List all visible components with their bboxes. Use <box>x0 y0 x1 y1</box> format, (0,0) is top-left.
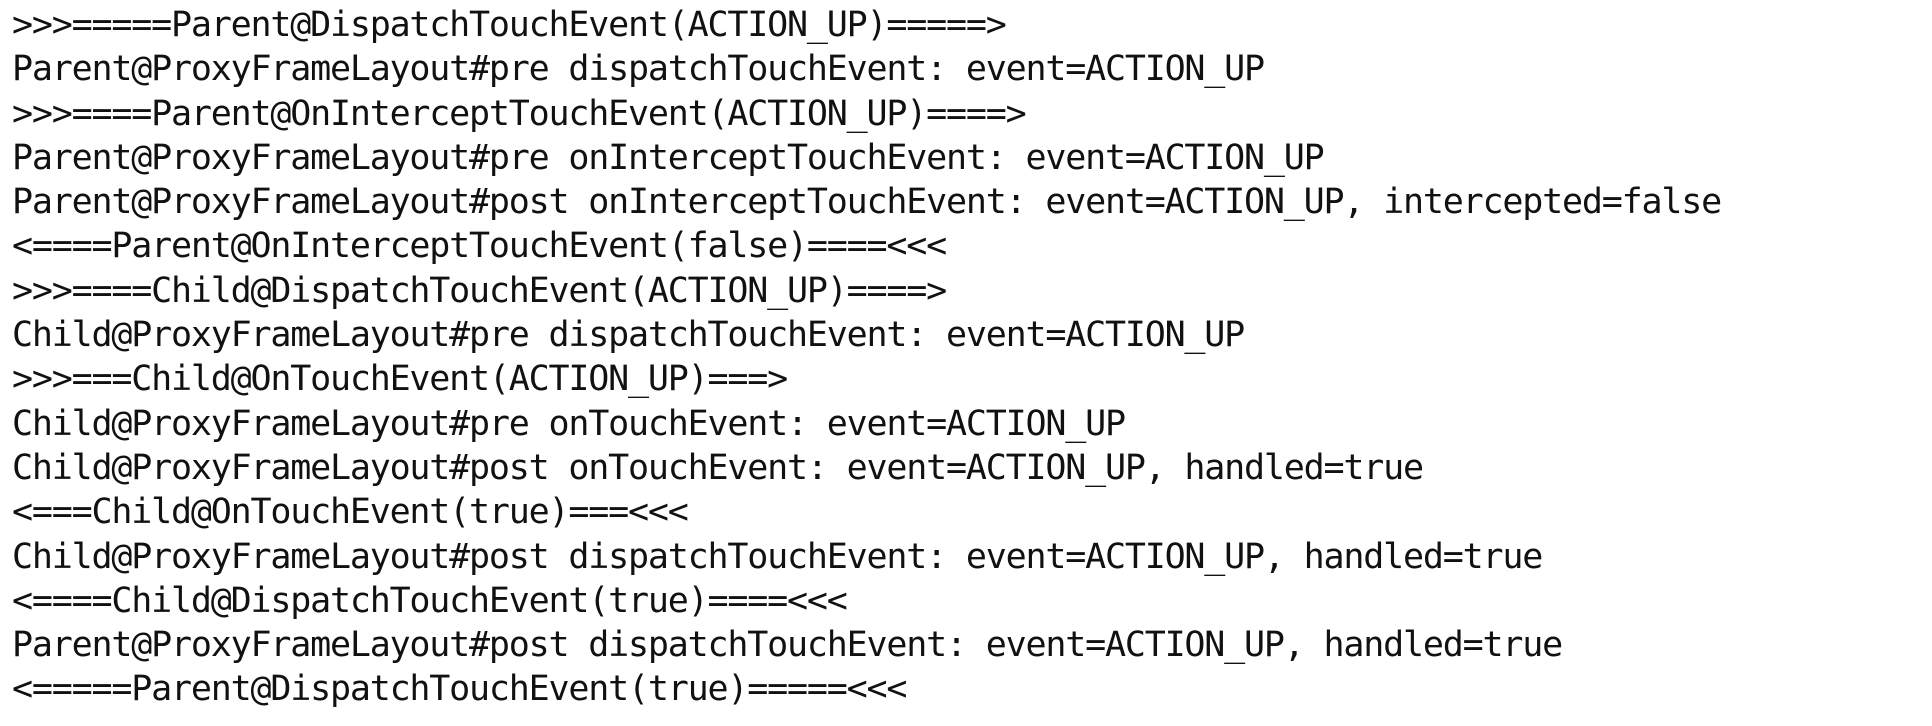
log-line: Child@ProxyFrameLayout#post dispatchTouc… <box>12 536 1543 577</box>
log-line: Parent@ProxyFrameLayout#post onIntercept… <box>12 182 1722 223</box>
log-line: Child@ProxyFrameLayout#pre onTouchEvent:… <box>12 403 1126 444</box>
log-line: Parent@ProxyFrameLayout#pre dispatchTouc… <box>12 49 1265 90</box>
log-line: >>>====Parent@OnInterceptTouchEvent(ACTI… <box>12 93 1027 134</box>
log-line: Child@ProxyFrameLayout#pre dispatchTouch… <box>12 315 1245 356</box>
log-line: >>>=====Parent@DispatchTouchEvent(ACTION… <box>12 5 1007 45</box>
log-line: Parent@ProxyFrameLayout#pre onInterceptT… <box>12 137 1325 178</box>
log-line: Parent@ProxyFrameLayout#post dispatchTou… <box>12 625 1563 666</box>
log-line: <=====Parent@DispatchTouchEvent(true)===… <box>12 669 907 710</box>
log-line: Child@ProxyFrameLayout#post onTouchEvent… <box>12 447 1424 488</box>
log-line: >>>===Child@OnTouchEvent(ACTION_UP)===> <box>12 359 788 400</box>
log-line: <====Parent@OnInterceptTouchEvent(false)… <box>12 226 947 267</box>
log-output: >>>=====Parent@DispatchTouchEvent(ACTION… <box>12 3 1927 723</box>
log-line: >>>====Child@DispatchTouchEvent(ACTION_U… <box>12 270 947 311</box>
log-line: <===Child@OnTouchEvent(true)===<<< <box>12 492 689 533</box>
log-line: <====Child@DispatchTouchEvent(true)====<… <box>12 580 848 621</box>
